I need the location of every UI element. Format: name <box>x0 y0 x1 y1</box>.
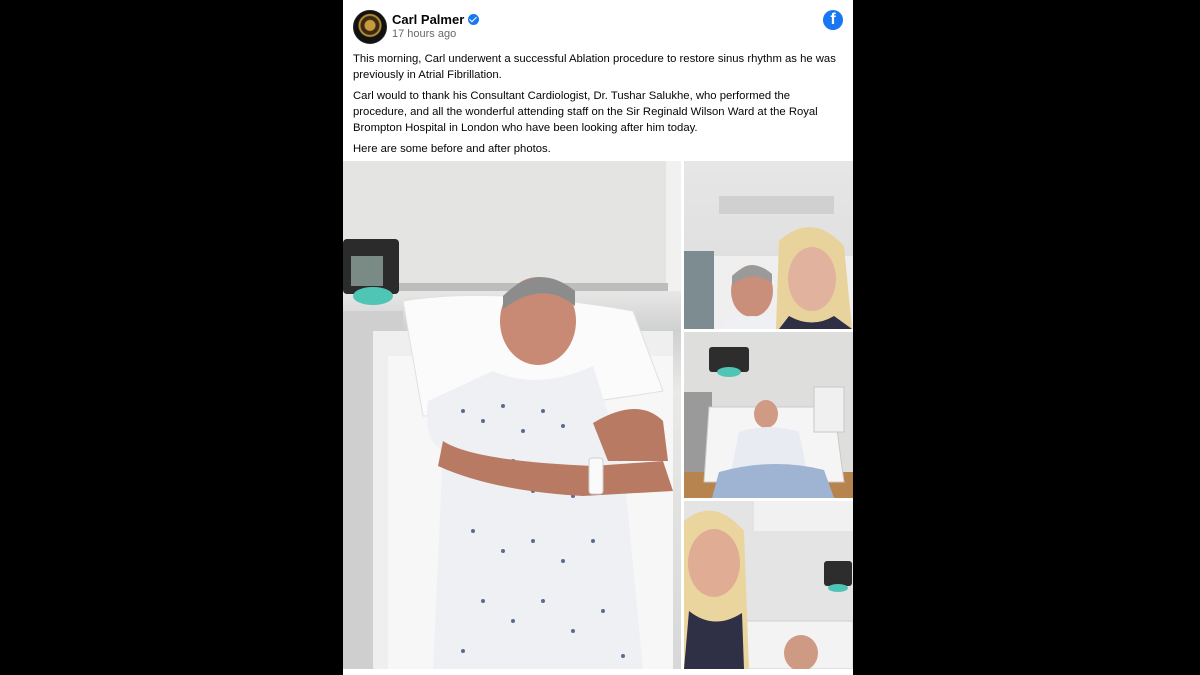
post-text: This morning, Carl underwent a successfu… <box>353 51 843 162</box>
verified-badge-icon <box>468 14 480 25</box>
author-name[interactable]: Carl Palmer <box>392 12 464 27</box>
selfie-photo[interactable] <box>684 161 853 329</box>
post-paragraph: This morning, Carl underwent a successfu… <box>353 53 836 81</box>
ward-bed-photo[interactable] <box>684 332 853 498</box>
post-paragraph: Carl would to thank his Consultant Cardi… <box>353 90 818 134</box>
post-header: Carl Palmer 17 hours ago f <box>353 10 843 44</box>
facebook-icon: f <box>823 10 843 30</box>
facebook-post: Carl Palmer 17 hours ago f This morning,… <box>343 0 853 675</box>
author-name-row: Carl Palmer <box>392 12 480 27</box>
post-timestamp[interactable]: 17 hours ago <box>392 28 456 40</box>
selfie-bed-photo[interactable] <box>684 501 853 669</box>
photo-grid <box>343 161 853 675</box>
post-paragraph: Here are some before and after photos. <box>353 143 551 155</box>
avatar[interactable] <box>353 10 387 44</box>
hospital-bed-photo[interactable] <box>343 161 681 669</box>
